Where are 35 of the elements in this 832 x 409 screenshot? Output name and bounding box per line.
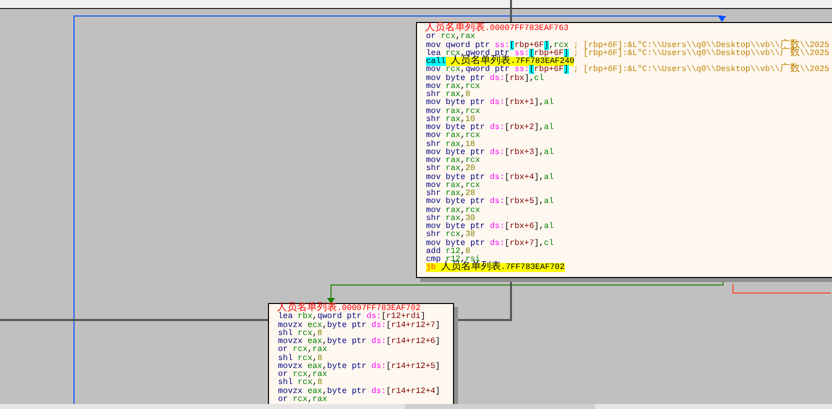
asm-line: shr rax,20 bbox=[426, 165, 476, 174]
asm-line: movzx ecx,byte ptr ds:[r14+r12+7] bbox=[278, 322, 442, 330]
asm-line: add r12,8 bbox=[426, 248, 470, 256]
asm-line: shr rax,8 bbox=[426, 91, 471, 99]
asm-line: mov rax,rcx bbox=[426, 182, 480, 190]
asm-line: mov rax,rcx bbox=[426, 206, 482, 214]
asm-line: shr rax,18 bbox=[426, 140, 476, 148]
asm-line: movzx eax,byte ptr ds:[r14+r12+4] bbox=[278, 388, 442, 396]
asm-line: shl rcx,8 bbox=[278, 354, 324, 363]
asm-line: mov rax,rcx bbox=[426, 82, 480, 91]
asm-line: shr rax,10 bbox=[426, 116, 476, 124]
asm-line: or rcx,rax bbox=[278, 371, 328, 379]
asm-line: mov rax,rcx bbox=[426, 157, 482, 165]
asm-line: mov byte ptr ds:[rbx+1],al bbox=[426, 99, 555, 108]
asm-line: or rcx,rax bbox=[426, 33, 476, 42]
horizontal-scrollbar[interactable] bbox=[0, 404, 832, 409]
asm-line: movzx eax,byte ptr ds:[r14+r12+5] bbox=[278, 362, 442, 371]
asm-line: mov byte ptr ds:[rbx+6],al bbox=[426, 223, 555, 231]
asm-line: shl rcx,8 bbox=[278, 330, 324, 338]
asm-line: shr rcx,38 bbox=[426, 231, 476, 240]
asm-line: shr rax,30 bbox=[426, 214, 476, 223]
asm-line: shl rcx,8 bbox=[278, 379, 324, 388]
asm-line: mov byte ptr ds:[rbx+3],al bbox=[426, 148, 555, 157]
asm-line: mov byte ptr ds:[rbx+7],cl bbox=[426, 240, 555, 248]
asm-line: mov byte ptr ds:[rbx],cl bbox=[426, 74, 545, 83]
asm-line: or rcx,rax bbox=[278, 346, 328, 354]
asm-line: mov byte ptr ds:[rbx+4],al bbox=[426, 174, 555, 182]
asm-line: mov rax,rcx bbox=[426, 108, 482, 116]
asm-line: mov byte ptr ds:[rbx+2],al bbox=[426, 124, 555, 132]
asm-line: mov rax,rcx bbox=[426, 132, 482, 140]
asm-line: movzx eax,byte ptr ds:[r14+r12+6] bbox=[278, 338, 442, 346]
asm-line: shr rax,28 bbox=[426, 190, 476, 198]
asm-line: mov byte ptr ds:[rbx+5],al bbox=[426, 198, 555, 206]
asm-line: or rcx,rax bbox=[278, 396, 328, 404]
asm-line: lea rbx,qword ptr ds:[r12+rdi] bbox=[278, 313, 426, 322]
